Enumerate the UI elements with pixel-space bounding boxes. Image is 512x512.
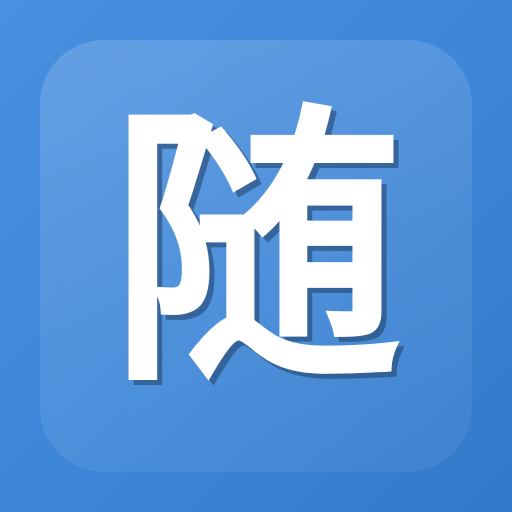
app-icon[interactable]: 随 随 [0, 0, 512, 512]
icon-glyph-wrap: 随 随 [40, 40, 472, 472]
icon-glyph: 随 [110, 81, 402, 421]
icon-glyph-svg: 随 随 [110, 81, 407, 426]
